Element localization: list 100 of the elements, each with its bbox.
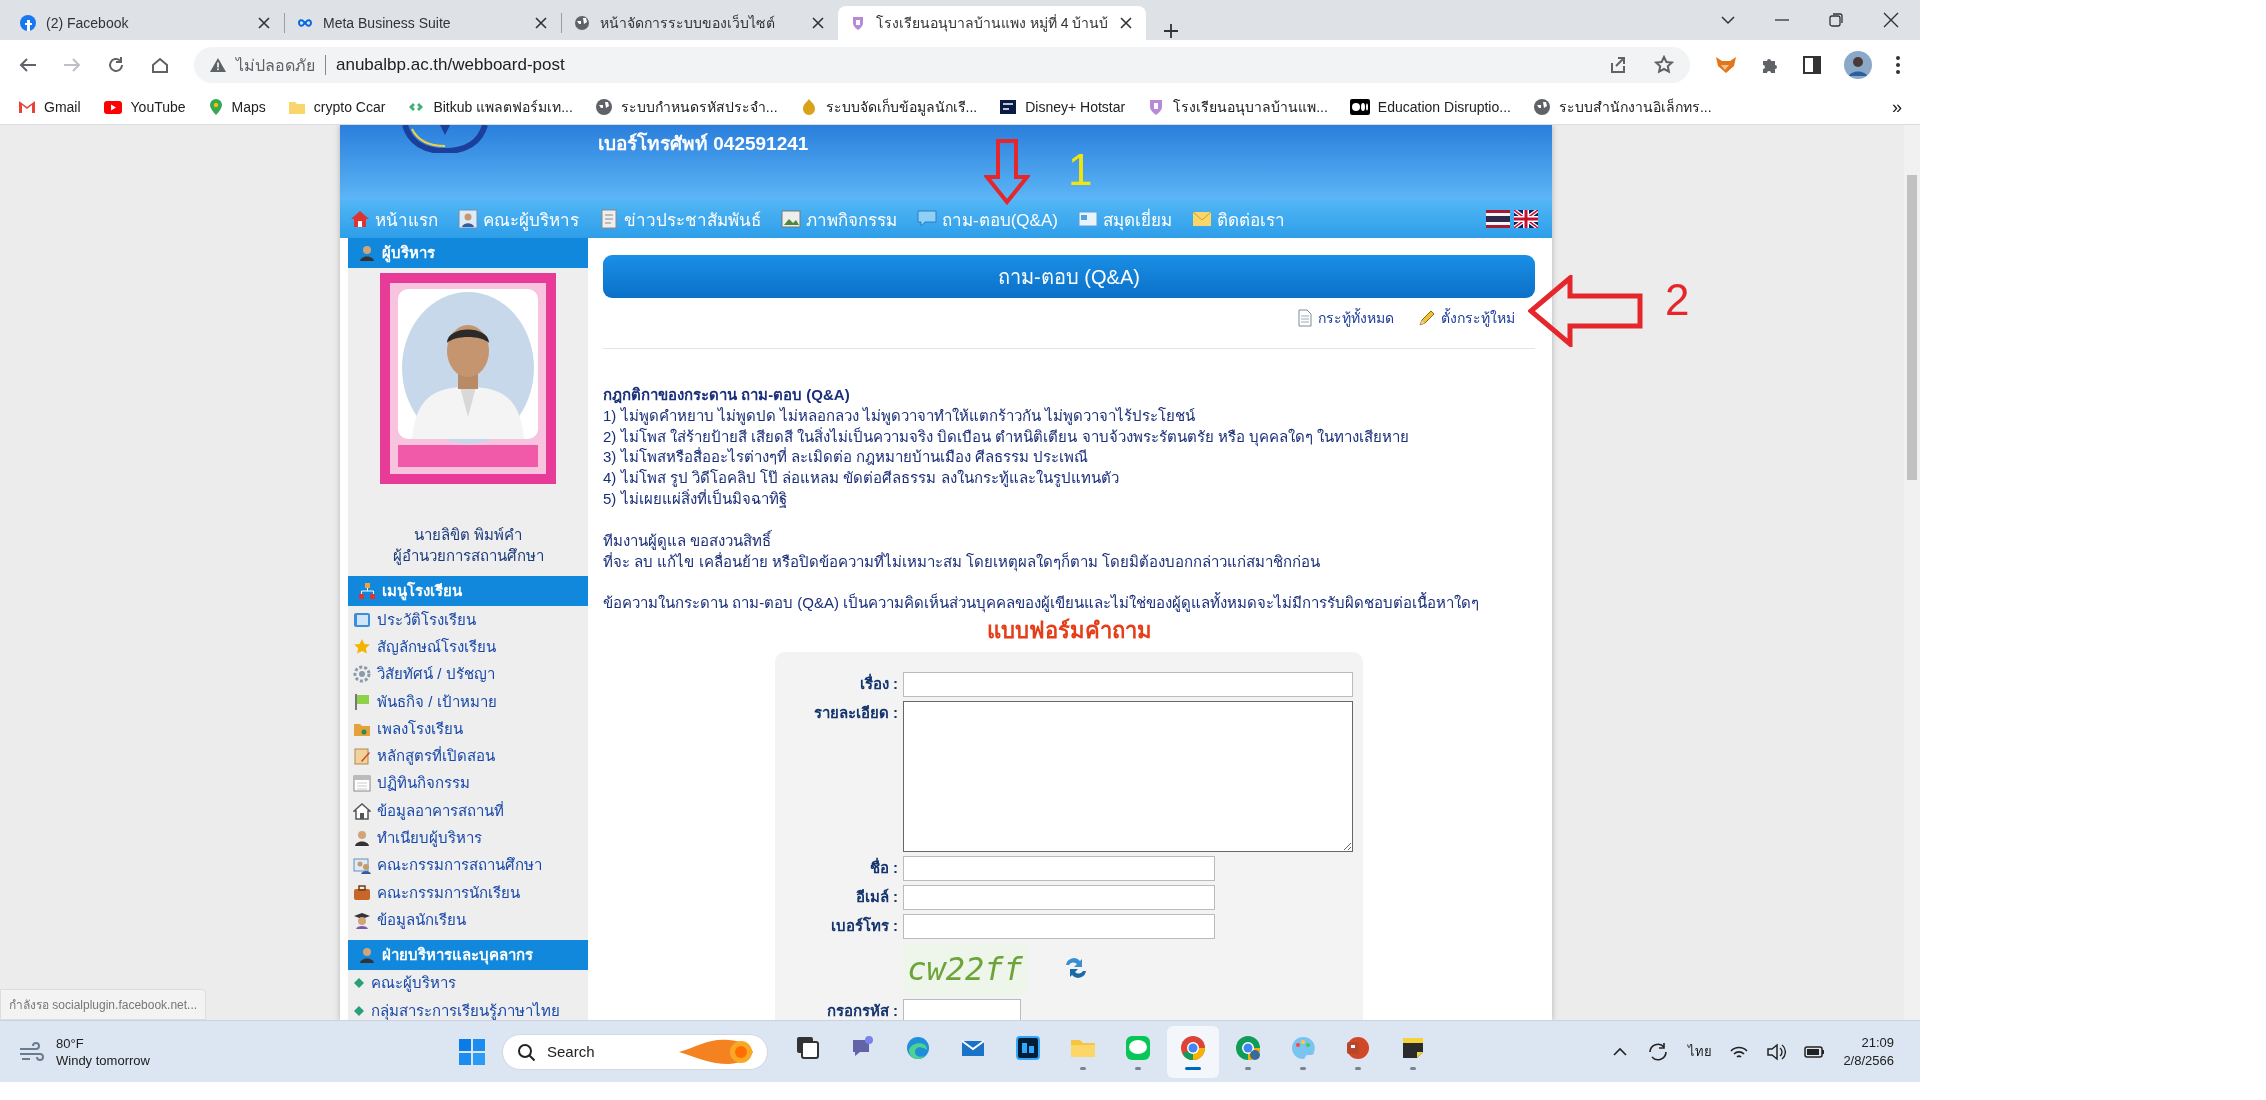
menu-link[interactable]: กลุ่มสาระการเรียนรู้ภาษาไทย: [348, 996, 588, 1020]
text-field[interactable]: [903, 885, 1215, 911]
side-panel-icon[interactable]: [1802, 55, 1822, 75]
home-icon[interactable]: [150, 55, 170, 75]
bookmark[interactable]: ระบบจัดเก็บข้อมูลนักเรี...: [799, 96, 978, 118]
dots-icon: [1349, 98, 1370, 116]
close-icon[interactable]: [256, 15, 272, 31]
person-icon: [353, 829, 371, 847]
field-label: เรื่อง :: [858, 672, 899, 695]
sidebar-heading: ผู้บริหาร: [382, 243, 435, 265]
menu-link[interactable]: พันธกิจ / เป้าหมาย: [348, 687, 588, 716]
uk-flag-icon[interactable]: [1514, 210, 1538, 228]
menu-link[interactable]: คณะกรรมการนักเรียน: [348, 878, 588, 907]
browser-tab[interactable]: หน้าจัดการระบบของเว็บไซต์: [562, 6, 838, 40]
speech-bubble-icon: [917, 209, 937, 229]
bookmark[interactable]: YouTube: [102, 98, 186, 116]
document-icon: [599, 209, 619, 229]
profile-avatar[interactable]: [1844, 51, 1872, 79]
notice-text: ที่จะ ลบ แก้ไข เคลื่อนย้าย หรือปิดข้อความที่ไม่เหมาะสม โดยเหตุผลใดๆก็ตาม โดยมิต้องบอกกล่าวแก่สมาชิกก่อน: [603, 551, 1321, 573]
text-field[interactable]: [903, 672, 1353, 698]
reload-icon[interactable]: [106, 55, 126, 75]
menu-link[interactable]: ข้อมูลนักเรียน: [348, 906, 588, 934]
bookmark[interactable]: Disney+ Hotstar: [999, 98, 1126, 116]
thai-flag-icon[interactable]: [1486, 210, 1510, 228]
people-icon: [353, 856, 371, 875]
menu-link[interactable]: วิสัยทัศน์ / ปรัชญา: [348, 660, 588, 688]
phone-text: เบอร์โทรศัพท์ 042591241: [598, 131, 809, 156]
person-icon: [458, 209, 478, 229]
gear-icon: [353, 665, 371, 684]
text-field[interactable]: [903, 856, 1215, 882]
menu-link[interactable]: ประวัติโรงเรียน: [348, 606, 588, 634]
bookmark[interactable]: Education Disruptio...: [1349, 98, 1511, 116]
diamond-icon: [353, 977, 365, 990]
rule-text: 5) ไม่เผยแผ่สิ่งที่เป็นมิจฉาทิฐิ: [603, 489, 788, 510]
browser-tab[interactable]: Meta Business Suite: [285, 6, 561, 40]
bookmark[interactable]: ระบบกำหนดรหัสประจำ...: [594, 96, 778, 118]
menu-link[interactable]: คณะผู้บริหาร: [348, 969, 588, 997]
network-icon: [358, 582, 376, 600]
link[interactable]: กระทู้ทั้งหมด: [1297, 306, 1394, 330]
temperature-text: 80°F: [56, 1034, 85, 1052]
star-icon: [353, 637, 371, 656]
field-label: ชื่อ :: [868, 856, 899, 879]
menu-link[interactable]: ข้อมูลอาคารสถานที่: [348, 797, 588, 825]
disclaimer-text: ข้อความในกระดาน ถาม-ตอบ (Q&A) เป็นความคิดเห็นส่วนบุคคลของผู้เขียนและไม่ใช่ของผู้ดูแลทั้งหมดจะไม่มีการรับผิดชอบต่อเนื้อหาใดๆ: [603, 593, 1481, 615]
bookmark[interactable]: Gmail: [18, 98, 81, 116]
status-text: กำลังรอ socialplugin.facebook.net...: [0, 989, 207, 1020]
person-icon: [358, 244, 376, 262]
star-icon[interactable]: [1654, 55, 1674, 75]
scrollbar[interactable]: [1904, 125, 1920, 1020]
rule-text: 3) ไม่โพสหรือสื่ออะไรต่างๆที่ ละเมิดต่อ กฎหมายบ้านเมือง ศีลธรรม ประเพณี: [603, 447, 1090, 468]
share-icon[interactable]: [1608, 55, 1628, 75]
chat-bubble-icon: [1124, 1033, 1152, 1062]
bookmark[interactable]: ระบบสำนักงานอิเล็กทร...: [1532, 96, 1712, 118]
square-icon: [999, 98, 1018, 116]
menu-link[interactable]: ปฏิทินกิจกรรม: [348, 769, 588, 798]
plus-icon[interactable]: [1162, 22, 1181, 40]
text-field[interactable]: [903, 914, 1215, 940]
close-icon[interactable]: [1118, 15, 1135, 31]
book-icon: [353, 610, 371, 629]
menu-link[interactable]: สัญลักษณ์โรงเรียน: [348, 633, 588, 661]
globe-icon: [1532, 98, 1551, 116]
address-bar[interactable]: ไม่ปลอดภัย anubalbp.ac.th/webboard-post: [194, 47, 1690, 83]
search-field[interactable]: Search: [545, 1042, 669, 1061]
browser-tab[interactable]: โรงเรียนอนุบาลบ้านแพง หมู่ที่ 4 บ้านบ้: [838, 6, 1147, 40]
student-icon: [353, 910, 371, 929]
close-icon[interactable]: [810, 15, 826, 31]
director-name: นายลิขิต พิมพ์คำ: [412, 525, 524, 545]
ring-icon: [1179, 1033, 1207, 1062]
bookmark[interactable]: crypto Ccar: [287, 98, 386, 116]
page-title: ถาม-ตอบ (Q&A): [603, 255, 1535, 298]
menu-icon[interactable]: [1894, 55, 1902, 75]
field-label: อีเมล์ :: [854, 887, 899, 908]
windows-icon[interactable]: [458, 1037, 486, 1066]
close-icon[interactable]: [1882, 11, 1900, 29]
menu-link[interactable]: คณะกรรมการสถานศึกษา: [348, 851, 588, 879]
mail-icon: [18, 98, 36, 116]
captcha-image: cw22ff: [903, 943, 1027, 996]
volume-icon[interactable]: [1766, 1042, 1787, 1061]
language-indicator[interactable]: ไทย: [1688, 1041, 1713, 1062]
more-bookmarks-button[interactable]: »: [1892, 96, 1902, 118]
clock[interactable]: 21:09 2/8/2566: [1843, 1033, 1894, 1070]
menu-link[interactable]: ทำเนียบผู้บริหาร: [348, 824, 588, 852]
person-icon: [358, 945, 376, 964]
bookmark[interactable]: Maps: [207, 98, 266, 116]
house-icon: [353, 801, 371, 820]
card-icon: [1077, 209, 1098, 229]
annotation-number: 1: [1068, 145, 1093, 195]
emblem-icon: [400, 125, 490, 153]
bookmark[interactable]: Bitkub แพลตฟอร์มเท...: [407, 96, 573, 118]
maximize-icon[interactable]: [1828, 12, 1844, 28]
director-title: ผู้อำนวยการสถานศึกษา: [391, 546, 545, 566]
fox-icon[interactable]: [1714, 54, 1738, 76]
browser-tab[interactable]: (2) Facebook: [8, 6, 284, 40]
field-label: เบอร์โทร :: [829, 916, 899, 937]
menu-link[interactable]: เพลงโรงเรียน: [348, 715, 588, 743]
bookmark[interactable]: โรงเรียนอนุบาลบ้านแพ...: [1147, 96, 1328, 118]
close-icon[interactable]: [533, 15, 549, 31]
round-icon: [20, 15, 36, 31]
link[interactable]: ตั้งกระทู้ใหม่: [1418, 306, 1515, 330]
menu-link[interactable]: หลักสูตรที่เปิดสอน: [348, 742, 588, 770]
